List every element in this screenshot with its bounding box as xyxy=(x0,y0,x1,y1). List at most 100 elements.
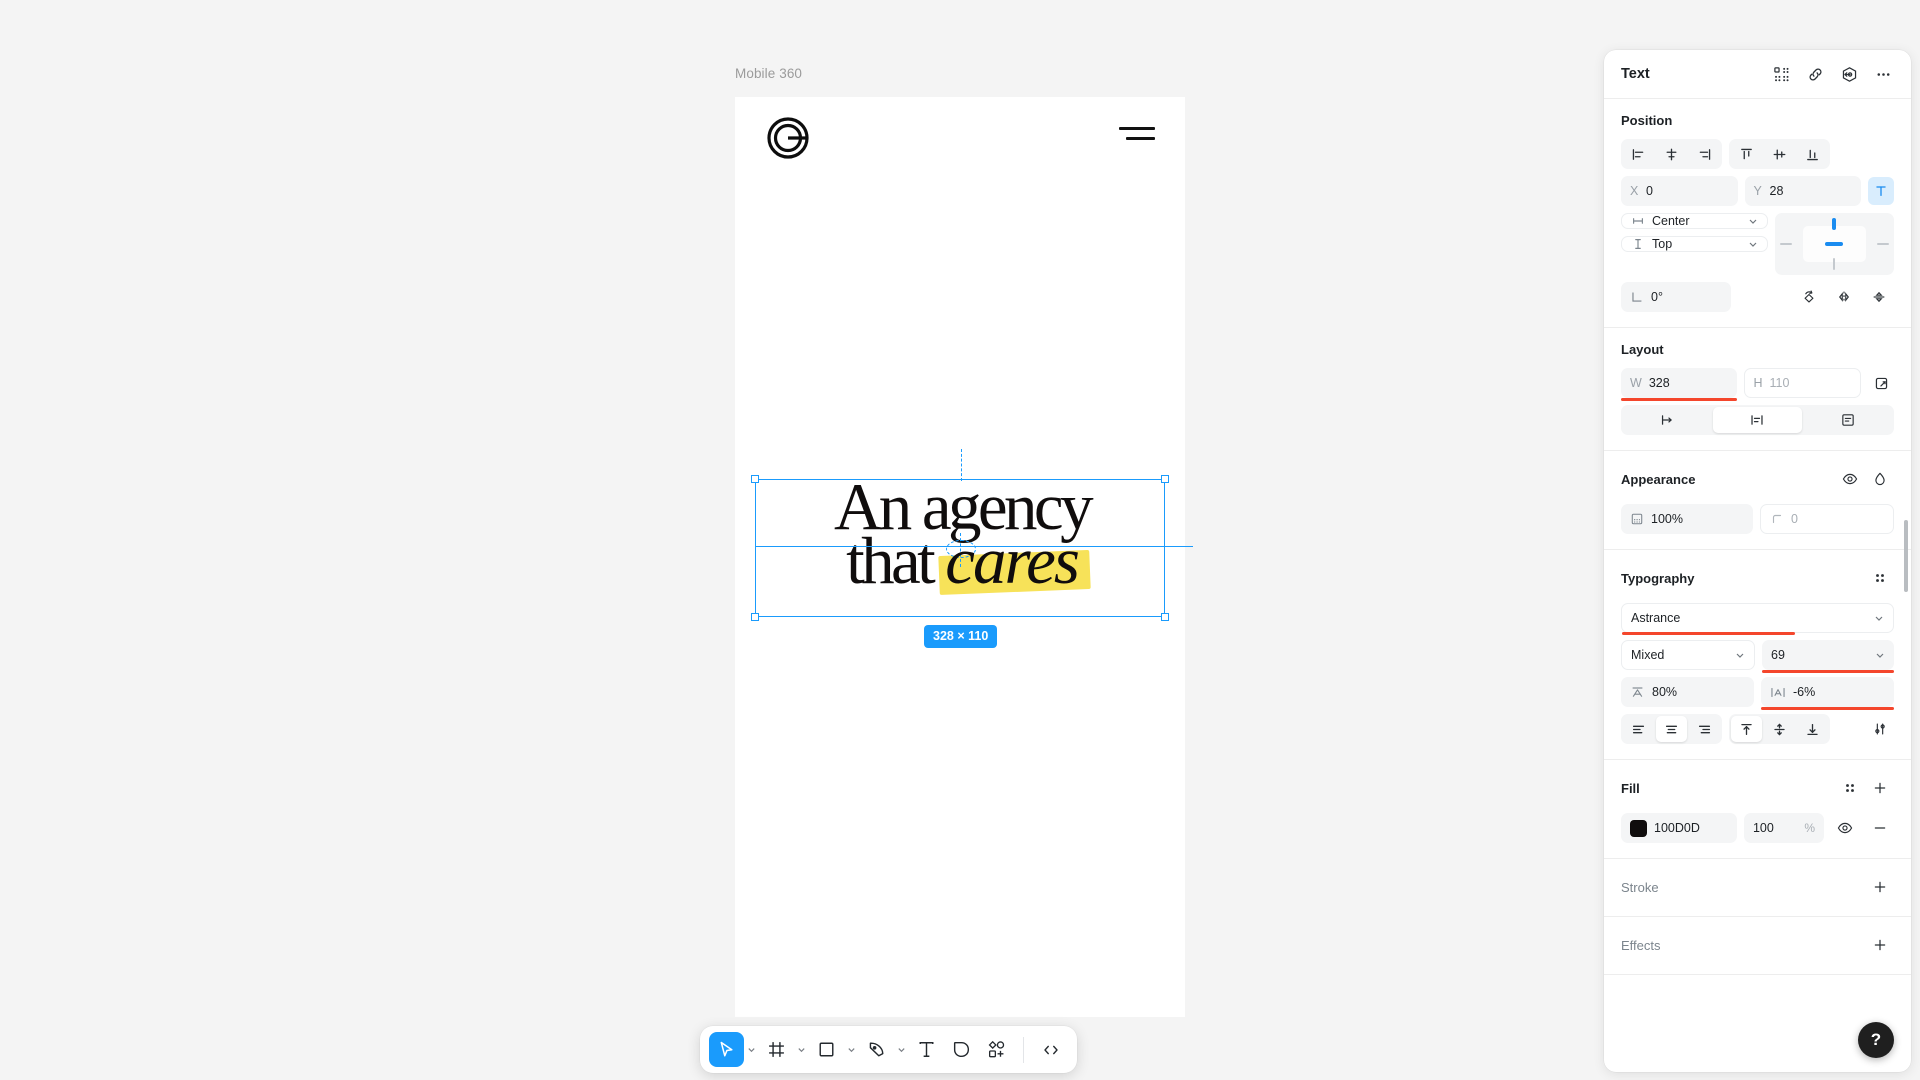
pen-tool-caret-icon[interactable] xyxy=(894,1032,909,1067)
width-label: W xyxy=(1630,376,1642,390)
hug-contents-icon[interactable] xyxy=(1713,407,1802,433)
link-icon[interactable] xyxy=(1801,60,1829,88)
font-size-select[interactable]: 69 xyxy=(1762,640,1894,673)
appearance-section: Appearance 100% 0 xyxy=(1604,451,1911,550)
constraint-top-active[interactable] xyxy=(1832,218,1836,230)
height-input[interactable]: H 110 xyxy=(1743,368,1861,398)
effects-section: Effects xyxy=(1604,917,1911,975)
frame-label[interactable]: Mobile 360 xyxy=(735,66,802,81)
components-icon[interactable] xyxy=(1767,60,1795,88)
constraint-bottom[interactable] xyxy=(1833,258,1835,270)
line-height-input[interactable]: 80% xyxy=(1621,677,1754,707)
sliders-icon[interactable] xyxy=(1866,715,1894,743)
text-tool-button[interactable] xyxy=(909,1032,944,1067)
fixed-width-icon[interactable] xyxy=(1623,407,1711,433)
align-bottom-icon[interactable] xyxy=(1797,141,1828,167)
align-top-icon[interactable] xyxy=(1731,141,1762,167)
visibility-icon[interactable] xyxy=(1831,814,1859,842)
type-settings-icon[interactable] xyxy=(1866,564,1894,592)
line-height-value: 80% xyxy=(1652,685,1678,699)
align-right-icon[interactable] xyxy=(1689,141,1720,167)
text-align-center-icon[interactable] xyxy=(1656,716,1687,742)
rotation-icon xyxy=(1632,292,1642,302)
add-effect-button[interactable] xyxy=(1866,931,1894,959)
constraint-right[interactable] xyxy=(1877,243,1889,245)
flip-vertical-icon[interactable] xyxy=(1863,284,1894,310)
v-align-bottom-icon[interactable] xyxy=(1797,716,1828,742)
horizontal-constraint-select[interactable]: Center xyxy=(1621,213,1768,229)
y-position-input[interactable]: Y 28 xyxy=(1744,176,1861,206)
text-align-left-icon[interactable] xyxy=(1623,716,1654,742)
opacity-input[interactable]: 100% xyxy=(1621,504,1753,534)
font-weight-select[interactable]: Mixed xyxy=(1621,640,1755,670)
component-tool-button[interactable] xyxy=(979,1032,1014,1067)
fill-color-input[interactable]: 100D0D xyxy=(1621,813,1737,843)
font-style-row: Mixed 69 xyxy=(1621,640,1894,673)
cursor-tool-caret-icon[interactable] xyxy=(744,1032,759,1067)
panel-scrollbar[interactable] xyxy=(1904,520,1908,592)
text-resize-toggle-button[interactable] xyxy=(1868,177,1894,205)
rotation-input[interactable]: 0° xyxy=(1621,282,1731,312)
fill-opacity-input[interactable]: 100 % xyxy=(1743,813,1824,843)
layout-section-header: Layout xyxy=(1621,342,1894,357)
more-icon[interactable] xyxy=(1869,60,1897,88)
headline-text-object[interactable]: An agency that cares xyxy=(757,474,1167,619)
fill-opacity-unit: % xyxy=(1804,821,1815,835)
resize-mode-group xyxy=(1621,405,1894,435)
vertical-constraint-select[interactable]: Top xyxy=(1621,236,1768,252)
x-position-input[interactable]: X 0 xyxy=(1621,176,1738,206)
export-icon[interactable] xyxy=(1835,60,1863,88)
cursor-tool-button[interactable] xyxy=(709,1032,744,1067)
constraint-left[interactable] xyxy=(1780,243,1792,245)
styles-icon[interactable] xyxy=(1836,774,1864,802)
v-align-top-icon[interactable] xyxy=(1731,716,1762,742)
text-align-right-icon[interactable] xyxy=(1689,716,1720,742)
appearance-section-header: Appearance xyxy=(1621,465,1894,493)
flip-horizontal-icon[interactable] xyxy=(1828,284,1859,310)
rectangle-tool-button[interactable] xyxy=(809,1032,844,1067)
fill-section-header: Fill xyxy=(1621,774,1894,802)
remove-fill-button[interactable] xyxy=(1866,814,1894,842)
constraints-diagram[interactable] xyxy=(1775,213,1894,275)
chevron-down-icon xyxy=(1735,650,1745,660)
add-stroke-button[interactable] xyxy=(1866,873,1894,901)
align-center-h-icon[interactable] xyxy=(1656,141,1687,167)
frame-tool-caret-icon[interactable] xyxy=(794,1032,809,1067)
help-button[interactable]: ? xyxy=(1858,1022,1894,1058)
text-align-row xyxy=(1621,714,1894,744)
align-left-icon[interactable] xyxy=(1623,141,1654,167)
rotation-row: 0° xyxy=(1621,282,1894,312)
constraint-center-active[interactable] xyxy=(1825,242,1843,246)
frame-tool-button[interactable] xyxy=(759,1032,794,1067)
rectangle-tool-caret-icon[interactable] xyxy=(844,1032,859,1067)
align-center-v-icon[interactable] xyxy=(1764,141,1795,167)
design-editor-app: Mobile 360 An agency that cares 328 × 11… xyxy=(0,0,1920,1080)
shape-tool-button[interactable] xyxy=(944,1032,979,1067)
font-size-value: 69 xyxy=(1771,648,1785,662)
pen-tool-button[interactable] xyxy=(859,1032,894,1067)
letter-spacing-input[interactable]: -6% xyxy=(1761,677,1894,710)
layout-section: Layout W 328 H 110 xyxy=(1604,328,1911,451)
code-button[interactable] xyxy=(1033,1032,1068,1067)
v-align-middle-icon[interactable] xyxy=(1764,716,1795,742)
blend-mode-icon[interactable] xyxy=(1866,465,1894,493)
fill-section-title: Fill xyxy=(1621,780,1640,796)
add-fill-button[interactable] xyxy=(1866,774,1894,802)
line-height-icon xyxy=(1632,686,1643,697)
rotate-icon[interactable] xyxy=(1793,284,1824,310)
layout-section-title: Layout xyxy=(1621,342,1664,357)
position-section: Position X 0 Y 28 Center Top 0° xyxy=(1604,99,1911,328)
auto-height-icon[interactable] xyxy=(1804,407,1892,433)
transform-actions-group xyxy=(1793,284,1894,310)
corner-radius-input[interactable]: 0 xyxy=(1760,504,1894,534)
font-family-select[interactable]: Astrance xyxy=(1621,603,1894,635)
fill-row: 100D0D 100 % xyxy=(1621,813,1894,843)
letter-spacing-value: -6% xyxy=(1793,685,1816,699)
x-label: X xyxy=(1630,184,1639,198)
width-input[interactable]: W 328 xyxy=(1621,368,1737,401)
constrain-proportions-icon[interactable] xyxy=(1868,370,1894,396)
fill-color-swatch[interactable] xyxy=(1630,819,1647,837)
selection-size-badge: 328 × 110 xyxy=(924,625,998,648)
visibility-icon[interactable] xyxy=(1836,465,1864,493)
menu-hamburger-icon[interactable] xyxy=(1119,127,1155,149)
